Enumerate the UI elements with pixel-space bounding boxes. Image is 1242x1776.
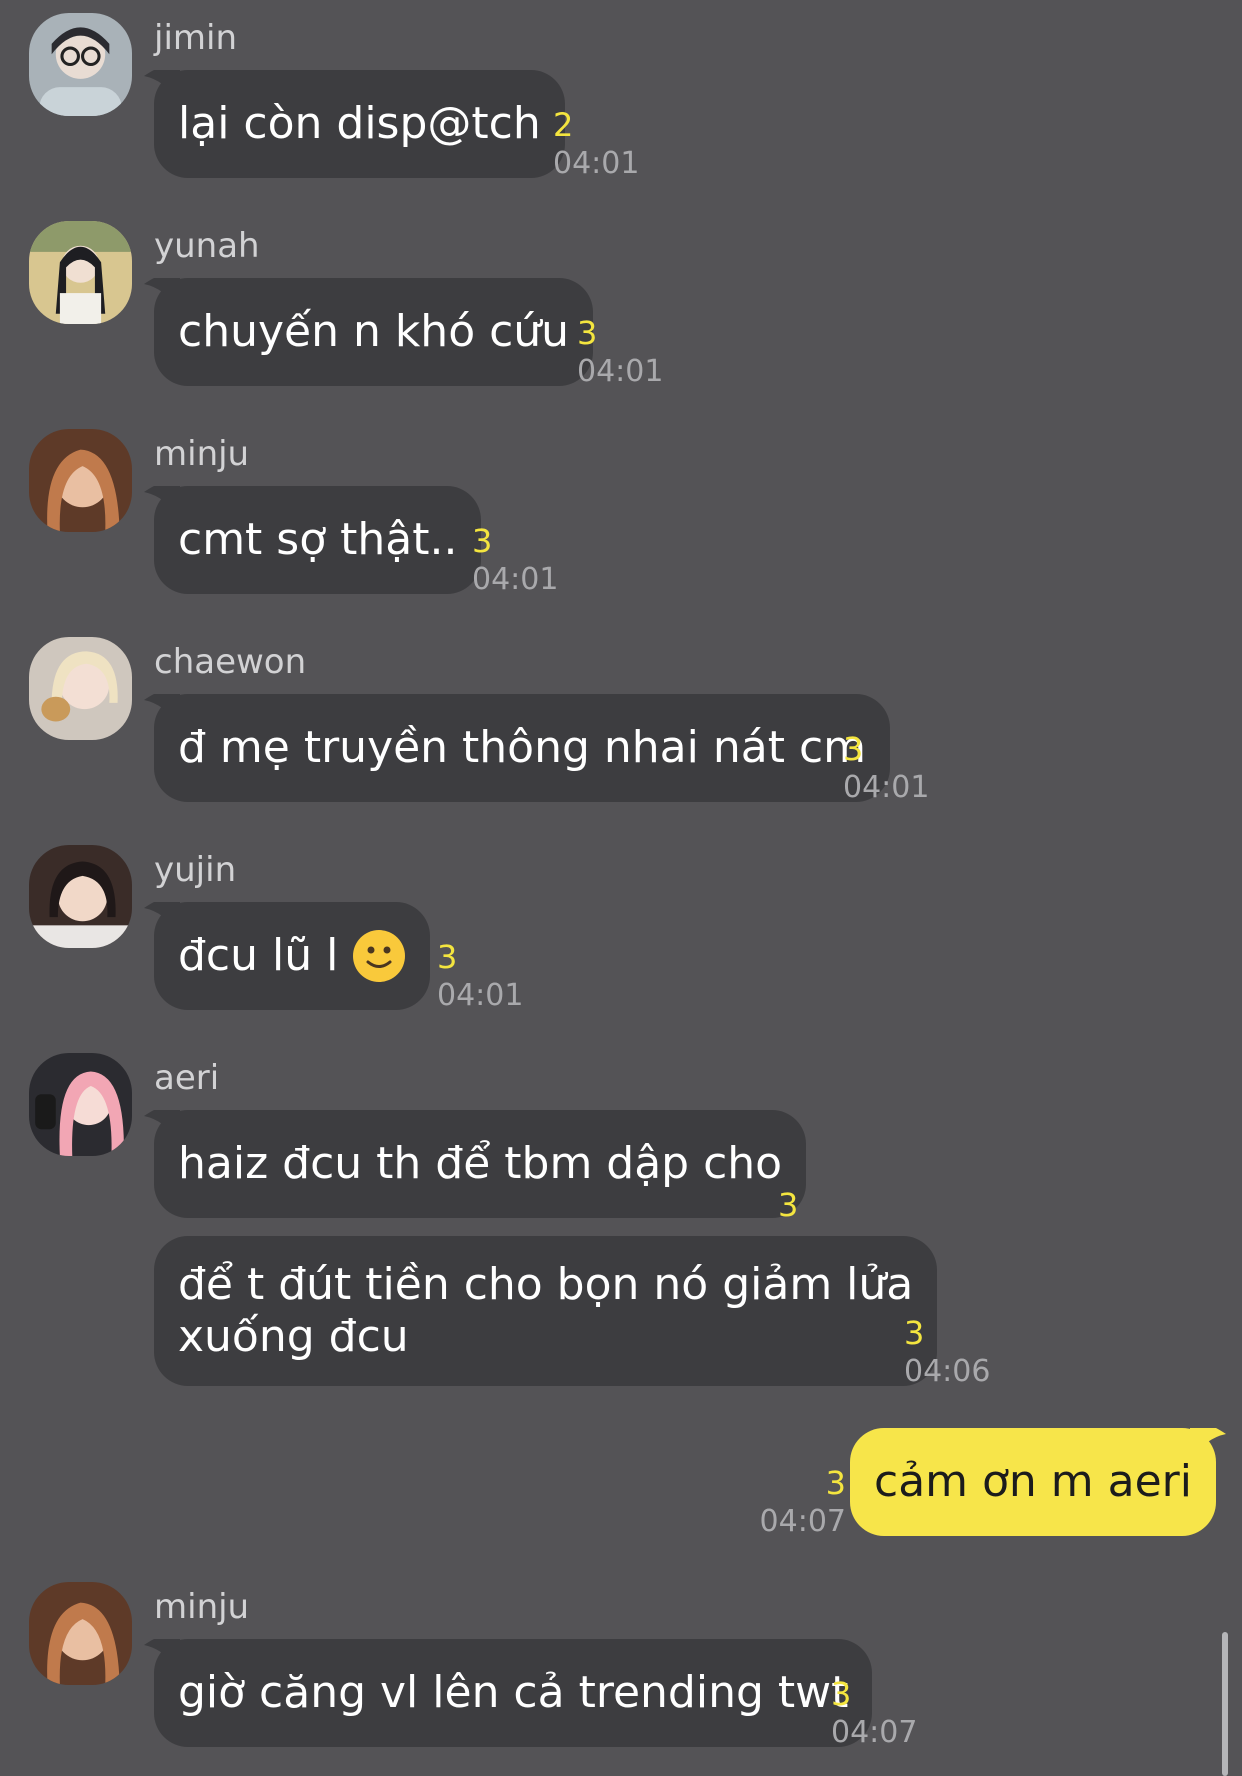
avatar-minju[interactable] [29, 429, 132, 532]
sender-name: minju [154, 434, 250, 474]
message-meta: 3 [778, 1186, 798, 1224]
avatar-chaewon[interactable] [29, 637, 132, 740]
scrollbar[interactable] [1222, 1632, 1228, 1776]
avatar-aeri[interactable] [29, 1053, 132, 1156]
unread-count: 2 [553, 106, 574, 144]
message-meta: 3 04:07 [760, 1464, 846, 1542]
message-bubble[interactable]: chuyến n khó cứu [144, 278, 594, 386]
message-text: lại còn disp@tch [178, 98, 541, 149]
timestamp: 04:01 [577, 354, 664, 389]
message-text: đcu lũ l [178, 930, 339, 981]
message-bubble[interactable]: đcu lũ l [144, 902, 431, 1010]
slightly-smiling-face-icon [353, 930, 406, 982]
timestamp: 04:06 [904, 1354, 991, 1389]
unread-count: 3 [831, 1675, 852, 1713]
avatar-yujin[interactable] [29, 845, 132, 948]
message-bubble[interactable]: giờ căng vl lên cả trending twt [144, 1639, 873, 1747]
message-bubble[interactable]: để t đút tiền cho bọn nó giảm lửa xuống … [154, 1236, 938, 1386]
avatar-yunah[interactable] [29, 221, 132, 324]
unread-count: 3 [843, 730, 864, 768]
message-text: giờ căng vl lên cả trending twt [178, 1667, 849, 1718]
unread-count: 3 [778, 1186, 799, 1224]
message-bubble[interactable]: haiz đcu th để tbm dập cho [144, 1110, 807, 1218]
unread-count: 3 [904, 1314, 925, 1352]
unread-count: 3 [437, 938, 458, 976]
sender-name: yujin [154, 850, 237, 890]
message-text: chuyến n khó cứu [178, 306, 570, 357]
message-meta: 3 04:01 [843, 730, 929, 808]
timestamp: 04:07 [759, 1504, 846, 1539]
timestamp: 04:01 [843, 770, 930, 805]
message-meta: 3 04:06 [904, 1314, 990, 1392]
message-meta: 2 04:01 [553, 106, 639, 184]
avatar-minju[interactable] [29, 1582, 132, 1685]
sender-name: chaewon [154, 642, 307, 682]
message-bubble[interactable]: cmt sợ thật.. [144, 486, 482, 594]
timestamp: 04:01 [553, 146, 640, 181]
sender-name: aeri [154, 1058, 220, 1098]
message-meta: 3 04:01 [577, 314, 663, 392]
timestamp: 04:01 [472, 562, 559, 597]
unread-count: 3 [825, 1464, 846, 1502]
message-text: đ mẹ truyền thông nhai nát cm [178, 722, 866, 773]
unread-count: 3 [577, 314, 598, 352]
message-meta: 3 04:01 [437, 938, 523, 1016]
message-text: haiz đcu th để tbm dập cho [178, 1138, 783, 1189]
message-text: cảm ơn m aeri [874, 1456, 1192, 1507]
message-bubble[interactable]: đ mẹ truyền thông nhai nát cm [144, 694, 890, 802]
message-meta: 3 04:07 [831, 1675, 917, 1753]
sender-name: jimin [154, 18, 238, 58]
timestamp: 04:07 [831, 1715, 918, 1750]
message-text: cmt sợ thật.. [178, 514, 458, 565]
avatar-jimin[interactable] [29, 13, 132, 116]
my-message-bubble[interactable]: cảm ơn m aeri [850, 1428, 1226, 1536]
message-text-line: để t đút tiền cho bọn nó giảm lửa [178, 1259, 914, 1310]
message-meta: 3 04:01 [472, 522, 558, 600]
timestamp: 04:01 [437, 978, 524, 1013]
unread-count: 3 [472, 522, 493, 560]
message-text-line: xuống đcu [178, 1311, 409, 1362]
message-bubble[interactable]: lại còn disp@tch [144, 70, 565, 178]
sender-name: yunah [154, 226, 260, 266]
chat-message-list[interactable]: jimin lại còn disp@tch 2 04:01 yunah chu… [0, 0, 1242, 1776]
sender-name: minju [154, 1587, 250, 1627]
